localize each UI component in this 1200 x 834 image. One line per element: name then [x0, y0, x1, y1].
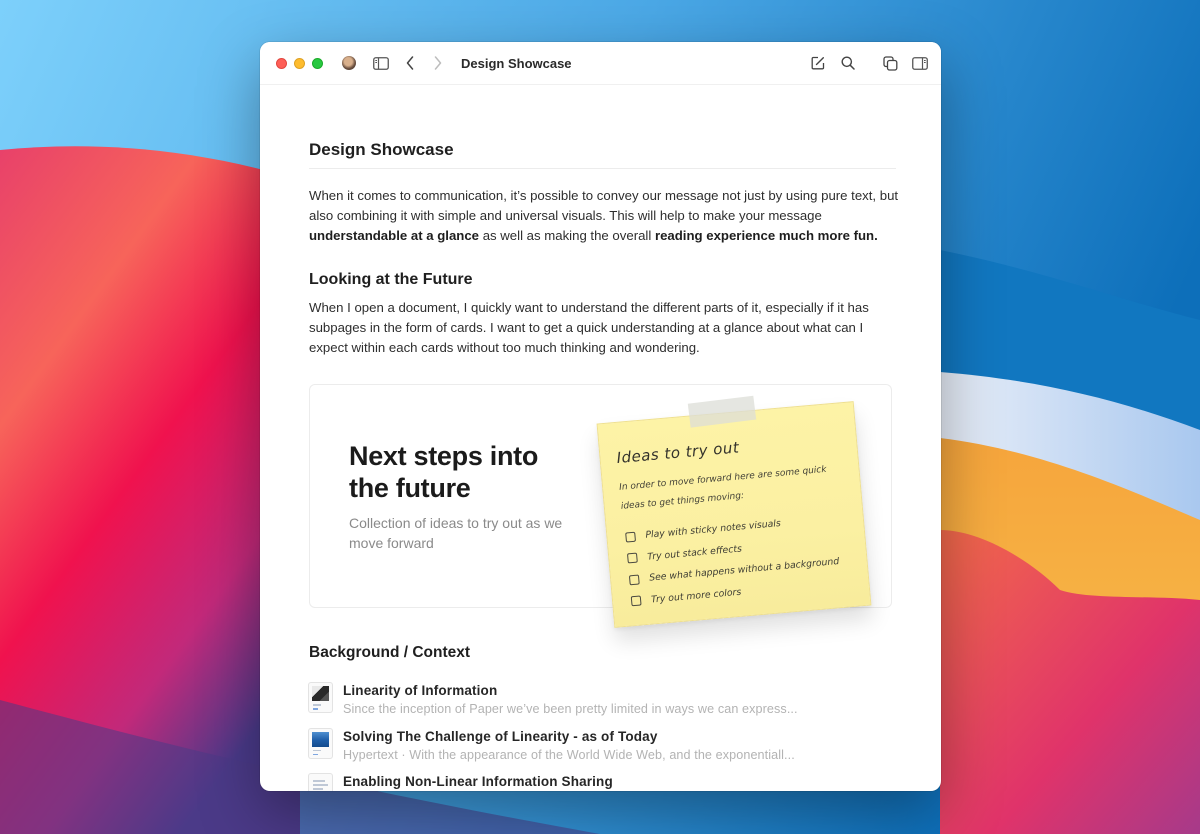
checkbox[interactable]: [630, 595, 642, 607]
checkbox[interactable]: [627, 552, 638, 564]
sticky-checklist: Play with sticky notes visuals Try out s…: [625, 508, 842, 612]
search-button[interactable]: [837, 52, 859, 74]
back-button[interactable]: [399, 52, 421, 74]
toolbar-right: [799, 52, 931, 74]
compose-icon: [811, 56, 825, 70]
forward-button[interactable]: [427, 52, 449, 74]
checkbox[interactable]: [628, 574, 640, 586]
close-window-button[interactable]: [276, 57, 287, 69]
checklist-item-label: Try out stack effects: [646, 543, 743, 563]
sticky-note-intro: In order to move forward here are some q…: [618, 464, 827, 512]
section-heading-future[interactable]: Looking at the Future: [309, 271, 899, 289]
reference-title: Linearity of Information: [343, 683, 498, 698]
document-thumbnail-icon: [308, 773, 333, 791]
sticky-note[interactable]: Ideas to try out In order to move forwar…: [596, 395, 872, 628]
chevron-right-icon: [434, 56, 442, 70]
sticky-note-title: Ideas to try out: [615, 438, 740, 467]
duplicate-button[interactable]: [879, 52, 901, 74]
card-subtitle: Collection of ideas to try out as we mov…: [349, 515, 563, 551]
maximize-window-button[interactable]: [312, 57, 323, 69]
copy-icon: [882, 55, 897, 71]
sticky-note-paper: Ideas to try out In order to move forwar…: [596, 395, 872, 628]
user-avatar[interactable]: [342, 56, 356, 70]
intro-text-2: as well as making the overall: [479, 228, 655, 243]
checkbox[interactable]: [625, 531, 636, 543]
document-thumbnail-icon: [308, 682, 333, 713]
search-icon: [841, 56, 855, 70]
compose-button[interactable]: [807, 52, 829, 74]
inspector-toggle-button[interactable]: [909, 52, 931, 74]
reference-item[interactable]: Solving The Challenge of Linearity - as …: [308, 727, 868, 773]
sidebar-toggle-button[interactable]: [370, 52, 392, 74]
intro-bold-2: reading experience much more fun.: [654, 228, 878, 243]
checklist-item-label: Try out more colors: [650, 586, 742, 606]
reference-title: Enabling Non-Linear Information Sharing: [343, 774, 613, 789]
intro-paragraph[interactable]: When it comes to communication, it’s pos…: [309, 186, 899, 246]
chevron-left-icon: [406, 56, 414, 70]
reference-title: Solving The Challenge of Linearity - as …: [343, 728, 658, 744]
reference-description: Since the inception of Paper we’ve been …: [343, 702, 798, 716]
section-heading-background[interactable]: Background / Context: [309, 644, 470, 662]
right-panel-icon: [912, 56, 928, 70]
document-content: Design Showcase When it comes to communi…: [309, 85, 899, 358]
document-title[interactable]: Design Showcase: [309, 140, 896, 169]
minimize-window-button[interactable]: [294, 57, 305, 69]
traffic-lights: [276, 57, 323, 69]
reference-description: Hypertext · With the appearance of the W…: [343, 747, 795, 762]
card-title: Next steps into the future: [349, 441, 539, 503]
sidebar-icon: [373, 56, 389, 70]
title-bar: Design Showcase: [260, 42, 941, 85]
intro-bold-1: understandable at a glance: [309, 228, 480, 243]
reference-item[interactable]: Linearity of Information Since the incep…: [308, 681, 868, 727]
reference-list: Linearity of Information Since the incep…: [308, 681, 868, 791]
reference-item[interactable]: Enabling Non-Linear Information Sharing: [308, 772, 868, 791]
intro-text-1: When it comes to communication, it’s pos…: [309, 188, 899, 223]
app-window: Design Showcase Design Showcase When it …: [260, 42, 941, 791]
document-thumbnail-icon: [308, 727, 333, 759]
future-paragraph[interactable]: When I open a document, I quickly want t…: [309, 298, 899, 358]
window-title: Design Showcase: [461, 55, 572, 71]
